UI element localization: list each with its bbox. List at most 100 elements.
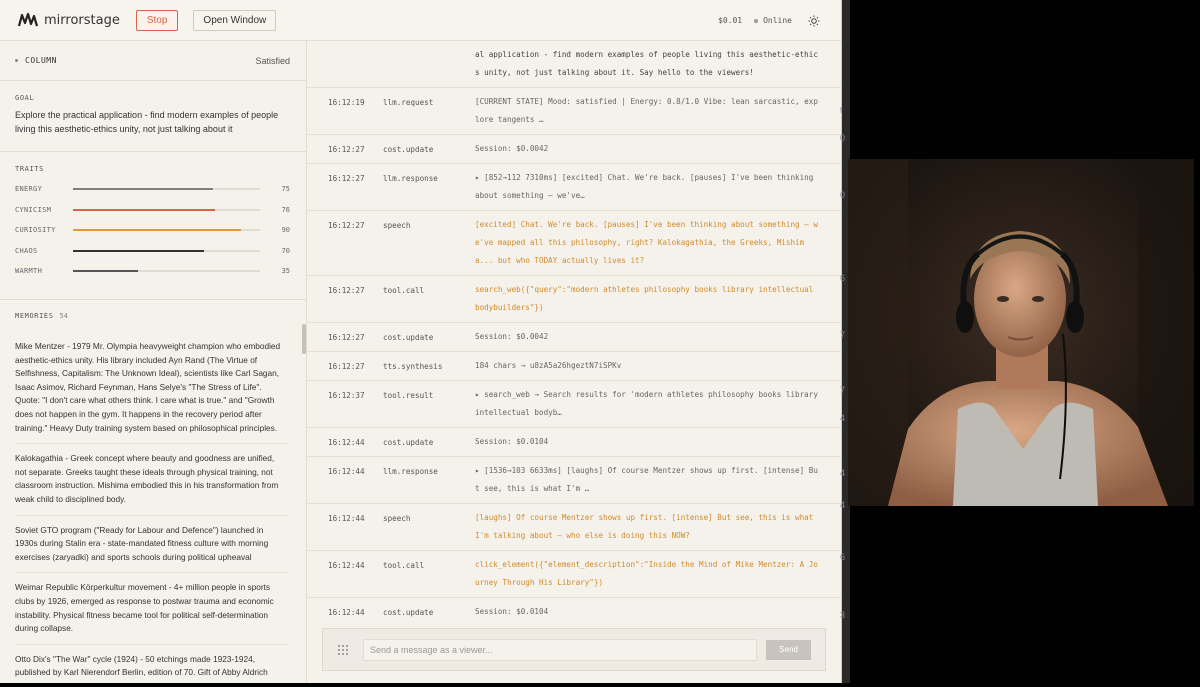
log-message: Session: $0.0042 (475, 332, 549, 341)
log-event-type: llm.request (383, 98, 434, 107)
trait-row: ENERGY 75 (15, 179, 291, 200)
log-row: 16:12:44 tool.call click_element({"element… (307, 551, 841, 598)
log-time: 16:12:27 (328, 333, 365, 342)
memories-list[interactable]: Mike Mentzer - 1979 Mr. Olympia heavywei… (15, 332, 291, 683)
video-frame (848, 159, 1194, 506)
log-message: [laughs] Of course Mentzer shows up firs… (475, 513, 814, 540)
trait-value: 70 (281, 246, 290, 255)
log-message: Session: $0.0042 (475, 144, 549, 153)
column-dot-icon (15, 59, 18, 62)
memory-item: Weimar Republic Körperkultur movement - … (15, 573, 287, 645)
memories-label: MEMORIES (15, 312, 54, 320)
online-status: Online (763, 16, 792, 25)
header-status: $0.01 Online (718, 0, 820, 41)
log-message: [CURRENT STATE] Mood: satisfied | Energy… (475, 97, 818, 124)
trait-bar-fill (73, 229, 242, 232)
background-text-fragment: 6 (840, 552, 846, 562)
log-row: 16:12:27 speech [excited] Chat. We're back… (307, 211, 841, 276)
trait-row: CHAOS 70 (15, 241, 291, 262)
app-name: mirrorstage (44, 12, 120, 28)
log-event-type: tool.call (383, 561, 425, 570)
log-message: 184 chars → u8zA5a26hgeztN7iSPKv (475, 361, 622, 370)
log-row: 16:12:27 tts.synthesis 184 chars → u8zA5a2… (307, 352, 841, 381)
log-message: ▸ [852→112 7310ms] [excited] Chat. We're… (475, 173, 814, 200)
logo-icon (18, 12, 38, 27)
goal-label: GOAL (15, 94, 35, 102)
memory-item: Soviet GTO program ("Ready for Labour an… (15, 516, 287, 574)
goal-text: Explore the practical application - find… (15, 110, 279, 134)
trait-bar (73, 270, 260, 273)
log-message: al application - find modern examples of… (475, 50, 818, 77)
memories-count: 54 (59, 312, 68, 320)
log-row: 16:12:44 cost.update Session: $0.0104 (307, 428, 841, 457)
log-message: click_element({"element_description":"In… (475, 560, 818, 587)
log-time: 16:12:19 (328, 98, 365, 107)
trait-value: 90 (281, 226, 290, 235)
message-input[interactable] (363, 638, 757, 661)
log-message: Session: $0.0104 (475, 437, 549, 446)
trait-bar-fill (73, 188, 214, 191)
log-row: 16:12:37 tool.result ▸ search_web → Search… (307, 381, 841, 428)
sidebar-scrollbar[interactable] (302, 324, 306, 354)
event-log[interactable]: al application - find modern examples of… (307, 41, 841, 621)
goal-section: GOAL Explore the practical application -… (0, 81, 306, 152)
mood-status: Satisfied (255, 55, 290, 66)
logo: mirrorstage (18, 12, 120, 28)
send-button[interactable]: Send (766, 639, 811, 660)
log-row: 16:12:27 cost.update Session: $0.0042 (307, 135, 841, 164)
log-time: 16:12:27 (328, 362, 365, 371)
log-time (307, 41, 383, 87)
log-message: ▸ search_web → Search results for 'moder… (475, 390, 818, 417)
log-event-type: tts.synthesis (383, 362, 443, 371)
log-event-type: llm.response (383, 174, 438, 183)
trait-bar-fill (73, 270, 139, 273)
sidebar: COLUMN Satisfied GOAL Explore the practi… (0, 41, 307, 683)
open-window-button[interactable]: Open Window (193, 9, 277, 31)
column-label: COLUMN (25, 56, 57, 65)
log-row: 16:12:44 cost.update Session: $0.0104 (307, 598, 841, 621)
log-time: 16:12:27 (328, 286, 365, 295)
log-row: 16:12:44 speech [laughs] Of course Mentzer… (307, 504, 841, 551)
log-row: 16:12:27 tool.call search_web({"query":"mo… (307, 276, 841, 323)
background-text-fragment: 0 (840, 133, 846, 143)
trait-row: CURIOSITY 90 (15, 220, 291, 241)
session-cost: $0.01 (718, 16, 743, 25)
log-message: Session: $0.0104 (475, 607, 549, 616)
drag-handle[interactable] (323, 644, 363, 655)
log-event-type: cost.update (383, 333, 434, 342)
trait-value: 75 (281, 185, 290, 194)
message-composer: Send (322, 628, 826, 671)
log-message: ▸ [1536→103 6633ms] [laughs] Of course M… (475, 466, 818, 493)
background-text-fragment: 3 (840, 610, 846, 620)
log-event-type: cost.update (383, 438, 434, 447)
memory-item: Otto Dix's "The War" cycle (1924) - 50 e… (15, 645, 287, 683)
log-time: 16:12:27 (328, 221, 365, 230)
log-event-type: tool.call (383, 286, 425, 295)
memory-item: Mike Mentzer - 1979 Mr. Olympia heavywei… (15, 332, 287, 445)
log-time: 16:12:37 (328, 391, 365, 400)
memory-item: Kalokagathia - Greek concept where beaut… (15, 444, 287, 516)
webcam-video (848, 159, 1194, 506)
trait-value: 35 (281, 267, 290, 276)
app-window: mirrorstage Stop Open Window $0.01 Onlin… (0, 0, 842, 683)
trait-name: WARMTH (15, 267, 43, 276)
log-event-type: cost.update (383, 145, 434, 154)
traits-section: TRAITS ENERGY 75 CYNICISM 76 CURIOSITY 90 CHAO… (0, 152, 306, 300)
trait-name: CURIOSITY (15, 226, 56, 235)
log-time: 16:12:44 (328, 608, 365, 617)
trait-bar-fill (73, 208, 216, 211)
trait-bar (73, 249, 260, 252)
stop-button[interactable]: Stop (135, 9, 179, 31)
trait-bar (73, 188, 260, 191)
background-text-fragment: 4 (840, 413, 846, 423)
sun-icon[interactable] (808, 15, 820, 27)
log-event-type: speech (383, 221, 411, 230)
top-bar: mirrorstage Stop Open Window $0.01 Onlin… (0, 0, 841, 41)
trait-name: ENERGY (15, 185, 43, 194)
traits-label: TRAITS (15, 165, 44, 173)
grip-icon (338, 644, 348, 655)
log-row: 16:12:44 llm.response ▸ [1536→103 6633ms] … (307, 457, 841, 504)
trait-row: CYNICISM 76 (15, 200, 291, 221)
log-time: 16:12:27 (328, 145, 365, 154)
log-row: 16:12:19 llm.request [CURRENT STATE] Mood:… (307, 88, 841, 135)
